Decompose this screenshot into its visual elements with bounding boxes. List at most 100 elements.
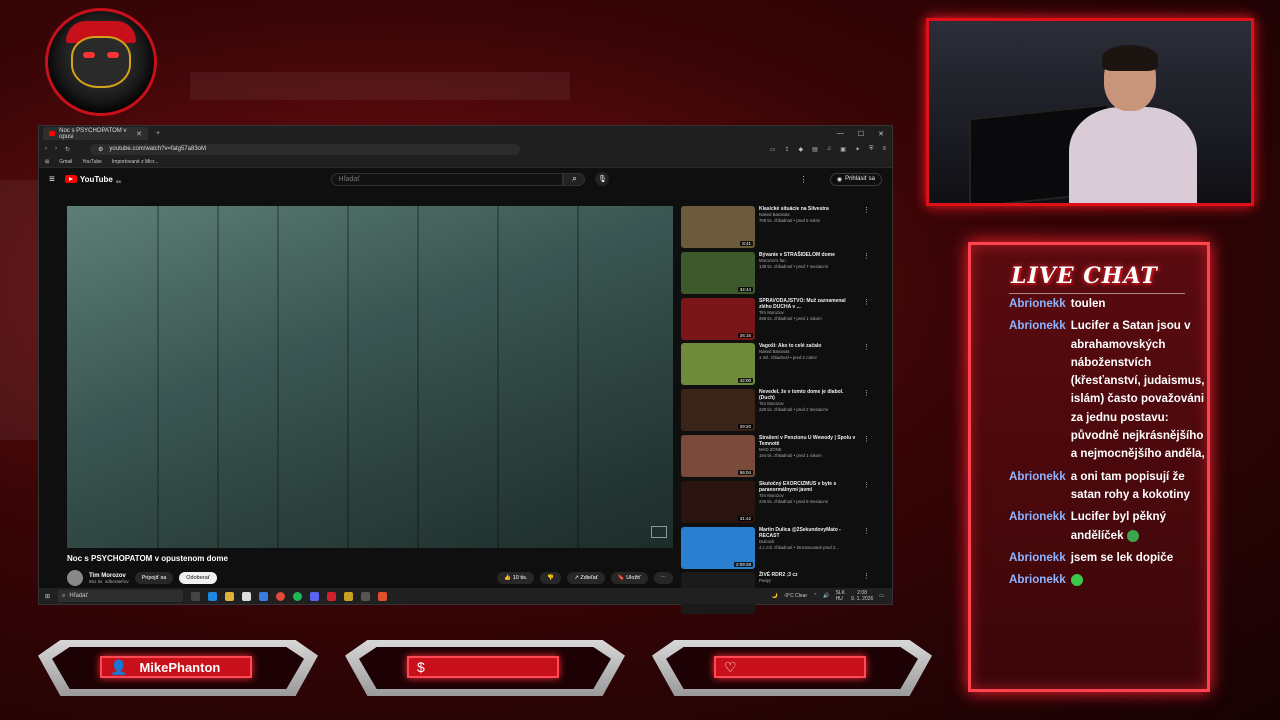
- related-more-icon[interactable]: ⋮: [863, 252, 870, 298]
- volume-icon[interactable]: 🔊: [823, 593, 829, 599]
- related-thumbnail[interactable]: 31:42: [681, 480, 755, 523]
- related-meta: 268 tis. zhliadnutí • pred 1 rokom: [759, 315, 822, 321]
- taskbar-search[interactable]: ⌕ Hľadať: [58, 590, 184, 602]
- webcam-streamer: [1069, 41, 1197, 203]
- like-button[interactable]: 👍 10 tis.: [497, 572, 535, 584]
- obs-icon[interactable]: [361, 591, 371, 601]
- extension-icon[interactable]: ◆: [798, 146, 803, 153]
- forward-icon[interactable]: ›: [55, 146, 57, 152]
- related-more-icon[interactable]: ⋮: [863, 389, 870, 435]
- file-explorer-icon[interactable]: [225, 591, 235, 601]
- reading-icon[interactable]: ▤: [812, 146, 818, 153]
- related-video-item[interactable]: 2:09:28 Martin Dulica @2SekundovyMato - R…: [681, 526, 891, 573]
- edge-icon[interactable]: [208, 591, 218, 601]
- related-video-item[interactable]: 29:20 Nevedel, že v tomto dome je diabol.…: [681, 389, 891, 435]
- related-thumbnail[interactable]: 34:44: [681, 251, 755, 294]
- video-player[interactable]: [67, 206, 673, 548]
- related-title[interactable]: SPRAVODAJSTVO: Muž zaznamenal zlého DUCH…: [759, 298, 859, 310]
- discord-icon[interactable]: [310, 591, 320, 601]
- save-button[interactable]: 🔖 Uložiť: [610, 572, 648, 584]
- shield-icon[interactable]: ⛨: [869, 146, 874, 153]
- tray-chevron-icon[interactable]: ⌃: [813, 593, 817, 599]
- related-video-item[interactable]: 42:00 Vagoši: Ako to celé začalo Naked Ban…: [681, 343, 891, 389]
- new-tab-icon[interactable]: +: [156, 130, 160, 137]
- notifications-icon[interactable]: ▭: [879, 593, 884, 599]
- bookmark-youtube[interactable]: YouTube: [82, 159, 102, 165]
- settings-kebab-icon[interactable]: ⋮: [799, 175, 807, 184]
- puzzle-icon[interactable]: ✦: [855, 146, 860, 153]
- related-thumbnail[interactable]: 8:41: [681, 206, 755, 248]
- channel-name[interactable]: Tim Morozov: [89, 573, 129, 579]
- back-icon[interactable]: ‹: [45, 146, 47, 152]
- language-indicator[interactable]: SLK HU: [836, 590, 845, 602]
- chat-username[interactable]: Abrionekk: [1009, 468, 1066, 505]
- more-actions-icon[interactable]: ⋯: [653, 572, 673, 584]
- chat-username[interactable]: Abrionekk: [1009, 571, 1066, 589]
- channel-avatar[interactable]: [67, 570, 83, 586]
- weather-text[interactable]: -9°C Clear: [784, 593, 807, 599]
- share-button[interactable]: ↗ Zdieľať: [567, 572, 605, 584]
- join-button[interactable]: Pripojiť sa: [134, 572, 174, 584]
- calendar-icon[interactable]: [242, 591, 252, 601]
- maximize-icon[interactable]: ☐: [858, 130, 864, 138]
- related-more-icon[interactable]: ⋮: [863, 206, 870, 252]
- related-title[interactable]: Strašení v Penzionu U Wewody | Spolu v T…: [759, 435, 859, 447]
- close-window-icon[interactable]: ✕: [878, 130, 884, 138]
- hamburger-menu-icon[interactable]: ≡: [49, 174, 55, 185]
- related-more-icon[interactable]: ⋮: [863, 527, 870, 573]
- related-thumbnail[interactable]: 26:16: [681, 297, 755, 340]
- related-thumbnail[interactable]: 56:04: [681, 434, 755, 477]
- voice-search-icon[interactable]: 🎙: [595, 172, 610, 186]
- chat-username[interactable]: Abrionekk: [1009, 295, 1066, 313]
- related-thumbnail[interactable]: 2:09:28: [681, 526, 755, 569]
- menu-icon[interactable]: ≡: [882, 146, 886, 153]
- chat-username[interactable]: Abrionekk: [1009, 508, 1066, 545]
- clock[interactable]: 2:08 9. 1. 2026: [851, 590, 873, 602]
- subscribe-button[interactable]: Odoberať: [179, 572, 217, 584]
- related-video-item[interactable]: 26:16 SPRAVODAJSTVO: Muž zaznamenal zlého…: [681, 297, 891, 344]
- browser-tab[interactable]: Noc s PSYCHOPATOM v opusi ✕: [43, 127, 148, 140]
- related-video-item[interactable]: 56:04 Strašení v Penzionu U Wewody | Spol…: [681, 434, 891, 481]
- related-thumbnail[interactable]: 29:20: [681, 389, 755, 432]
- url-field[interactable]: ⚙ youtube.com/watch?v=fatg57a83oM: [90, 143, 521, 155]
- related-video-item[interactable]: 8:41 Klasické situácie na Silvestra Naked …: [681, 206, 891, 252]
- chrome-icon[interactable]: [276, 591, 286, 601]
- music-icon[interactable]: ♫: [827, 146, 832, 153]
- related-more-icon[interactable]: ⋮: [863, 298, 870, 344]
- related-title[interactable]: Martin Dulica @2SekundovyMato - RECAST: [759, 527, 859, 539]
- related-more-icon[interactable]: ⋮: [863, 343, 870, 389]
- reload-icon[interactable]: ↻: [65, 146, 70, 153]
- brave-icon[interactable]: [378, 591, 388, 601]
- related-channel[interactable]: Pedyy: [759, 578, 859, 584]
- related-video-item[interactable]: 31:42 Skutočný EXORCIZMUS v byte s parano…: [681, 480, 891, 527]
- related-video-item[interactable]: 34:44 Bývanie v STRAŠIDELOM dome Morozov's…: [681, 251, 891, 298]
- start-icon[interactable]: ⊞: [45, 593, 50, 600]
- bookmark-imported[interactable]: Importované z Micr...: [112, 159, 158, 165]
- chat-username[interactable]: Abrionekk: [1009, 317, 1066, 463]
- task-view-icon[interactable]: [191, 591, 201, 601]
- search-button[interactable]: ⌕: [563, 172, 586, 186]
- site-info-icon[interactable]: ⚙: [98, 146, 103, 153]
- app-yellow-icon[interactable]: [344, 591, 354, 601]
- related-title[interactable]: Nevedel, že v tomto dome je diabol. (Duc…: [759, 389, 859, 401]
- related-more-icon[interactable]: ⋮: [863, 481, 870, 527]
- signin-button[interactable]: ◉ Prihlásiť sa: [829, 172, 882, 186]
- dislike-button[interactable]: 👎: [540, 572, 562, 584]
- minimize-icon[interactable]: —: [837, 130, 844, 138]
- tabs-icon[interactable]: ▣: [840, 146, 846, 153]
- channel-watermark-icon[interactable]: [651, 526, 667, 538]
- cast-icon[interactable]: ▭: [770, 146, 776, 153]
- search-input[interactable]: Hľadať: [331, 172, 564, 186]
- youtube-logo[interactable]: YouTube SK: [64, 175, 121, 184]
- spotify-icon[interactable]: [293, 591, 303, 601]
- bookmark-gmail[interactable]: Gmail: [59, 159, 72, 165]
- related-more-icon[interactable]: ⋮: [863, 435, 870, 481]
- chat-username[interactable]: Abrionekk: [1009, 549, 1066, 567]
- close-tab-icon[interactable]: ✕: [136, 130, 142, 138]
- apps-icon[interactable]: ⊞: [45, 159, 49, 165]
- related-title[interactable]: Skutočný EXORCIZMUS v byte s paranormáln…: [759, 481, 859, 493]
- mail-icon[interactable]: [259, 591, 269, 601]
- share-icon[interactable]: ⇪: [784, 146, 789, 153]
- related-thumbnail[interactable]: 42:00: [681, 343, 755, 386]
- app-red-icon[interactable]: [327, 591, 337, 601]
